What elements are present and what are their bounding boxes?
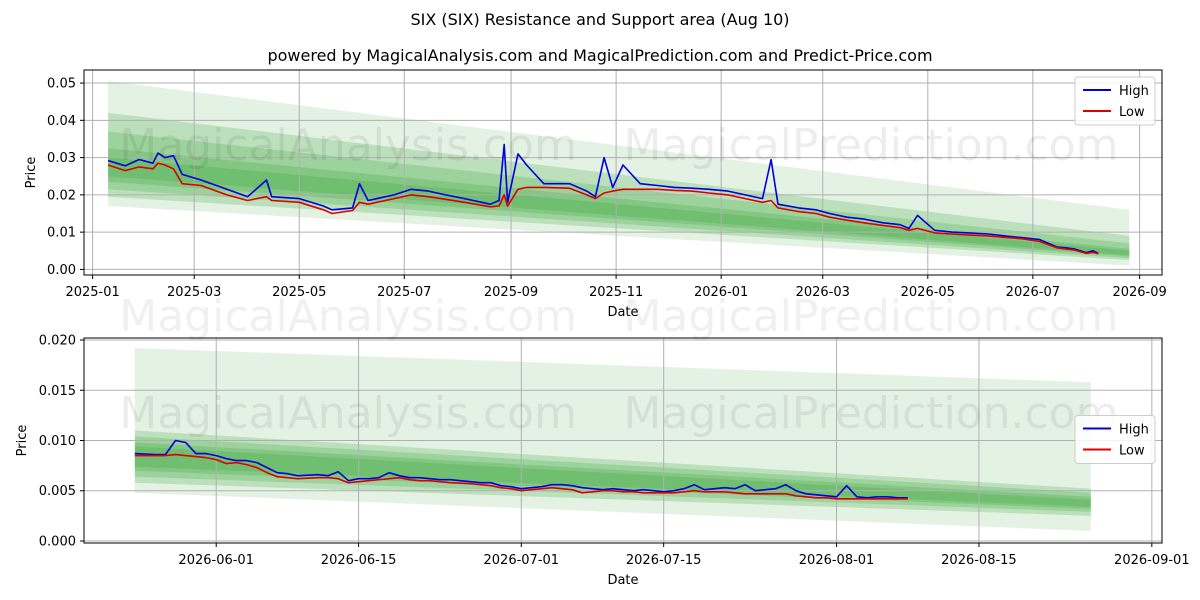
y-tick-label: 0.05 [47, 77, 76, 92]
chart-panel-1: 2025-01 2025-03 2025-05 2025-07 2025-09 2025-… [24, 69, 1167, 342]
x-tick-label: 2026-09 [1112, 285, 1166, 300]
watermark-text: MagicalPrediction.com [623, 388, 1118, 439]
legend: High Low [1074, 415, 1156, 464]
x-axis-label: Date [607, 305, 638, 320]
x-tick-label: 2026-08-01 [799, 553, 875, 568]
x-tick-label: 2026-07-01 [484, 553, 560, 568]
y-tick-label: 0.01 [47, 226, 76, 241]
y-tick-label: 0.020 [39, 334, 76, 349]
y-tick-label: 0.03 [47, 151, 76, 166]
x-tick-label: 2026-07-15 [626, 553, 702, 568]
chart-panel-2: 2026-06-01 2026-06-15 2026-07-01 2026-07-15… [15, 334, 1190, 588]
watermark-text: MagicalAnalysis.com [119, 388, 577, 439]
legend-label-low: Low [1119, 105, 1145, 120]
x-tick-label: 2026-06-15 [321, 553, 397, 568]
legend-label-low: Low [1119, 444, 1145, 459]
watermark-text: MagicalPrediction.com [623, 291, 1118, 342]
watermark-text: MagicalAnalysis.com [119, 120, 577, 171]
watermark-text: MagicalPrediction.com [623, 120, 1118, 171]
y-axis-label: Price [24, 157, 39, 189]
x-axis-label: Date [607, 573, 638, 588]
y-tick-label: 0.015 [39, 384, 76, 399]
y-tick-label: 0.00 [47, 263, 76, 278]
legend: High Low [1074, 76, 1156, 126]
y-tick-label: 0.010 [39, 434, 76, 449]
watermark-text: MagicalAnalysis.com [119, 291, 577, 342]
y-tick-label: 0.02 [47, 188, 76, 203]
x-tick-label: 2026-08-15 [941, 553, 1017, 568]
legend-label-high: High [1119, 423, 1149, 438]
x-tick-label: 2026-09-01 [1114, 553, 1190, 568]
y-tick-label: 0.000 [39, 534, 76, 549]
x-tick-label: 2025-01 [65, 285, 119, 300]
x-tick-label: 2026-06-01 [178, 553, 254, 568]
chart-canvas: 2025-01 2025-03 2025-05 2025-07 2025-09 2025-… [15, 69, 1190, 588]
y-tick-label: 0.005 [39, 484, 76, 499]
legend-label-high: High [1119, 84, 1149, 99]
y-axis-label: Price [15, 425, 30, 457]
y-tick-label: 0.04 [47, 114, 76, 129]
